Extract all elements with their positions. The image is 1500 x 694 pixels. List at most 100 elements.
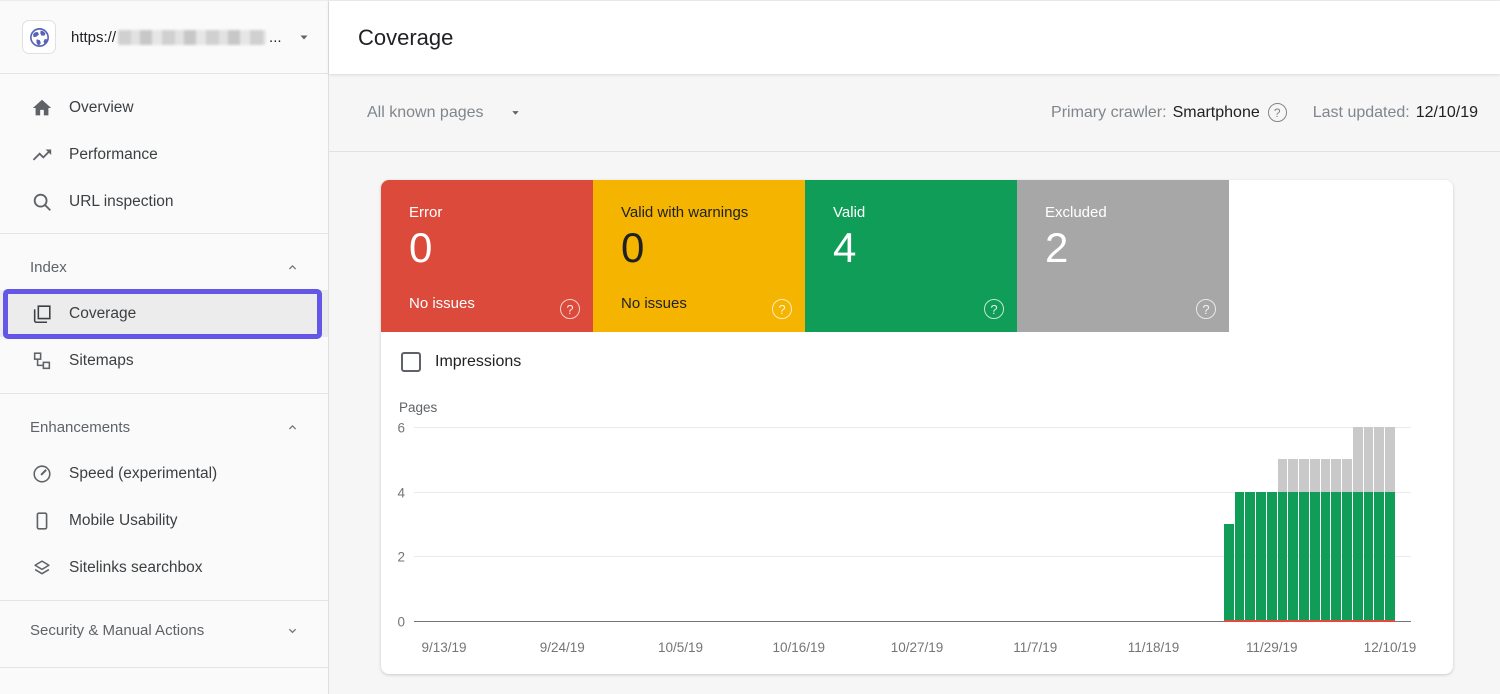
chart-plot: [414, 428, 1411, 622]
bar-valid-segment[interactable]: [1342, 492, 1352, 621]
status-card-value: 0: [409, 226, 593, 270]
sidebar-item-sitemaps[interactable]: Sitemaps: [0, 337, 328, 384]
bar-valid-segment[interactable]: [1331, 492, 1341, 621]
sidebar-item-speed[interactable]: Speed (experimental): [0, 450, 328, 497]
help-icon[interactable]: ?: [984, 299, 1004, 319]
bar-valid-segment[interactable]: [1321, 492, 1331, 621]
bar-excluded-segment[interactable]: [1331, 459, 1341, 491]
bar-excluded-segment[interactable]: [1310, 459, 1320, 491]
chart-y-axis-title: Pages: [399, 400, 1453, 415]
status-card-valid[interactable]: Valid 4 ?: [805, 180, 1017, 332]
chevron-up-icon: [285, 420, 300, 435]
coverage-report-panel: Error 0 No issues ? Valid with warnings …: [381, 180, 1453, 674]
sidebar-item-performance[interactable]: Performance: [0, 131, 328, 178]
bar-valid-segment[interactable]: [1267, 492, 1277, 621]
toolbar: All known pages Primary crawler: Smartph…: [329, 74, 1500, 152]
bar-valid-segment[interactable]: [1374, 492, 1384, 621]
impressions-checkbox[interactable]: [401, 352, 421, 372]
sidebar-item-url-inspection[interactable]: URL inspection: [0, 178, 328, 225]
bar-excluded-segment[interactable]: [1353, 427, 1363, 492]
bar-excluded-segment[interactable]: [1321, 459, 1331, 491]
search-console-app: https:// ... Overview Performance: [0, 0, 1500, 694]
property-url-redacted: [118, 30, 266, 45]
section-header-label: Enhancements: [30, 419, 130, 436]
status-card-subtext: No issues: [621, 295, 687, 312]
status-card-valid-with-warnings[interactable]: Valid with warnings 0 No issues ?: [593, 180, 805, 332]
sidebar-item-label: Performance: [69, 146, 158, 164]
bar-valid-segment[interactable]: [1278, 492, 1288, 621]
section-header-security-manual-actions[interactable]: Security & Manual Actions: [0, 607, 328, 653]
bar-valid-segment[interactable]: [1235, 492, 1245, 621]
bar-excluded-segment[interactable]: [1299, 459, 1309, 491]
bar-excluded-segment[interactable]: [1278, 459, 1288, 491]
help-icon[interactable]: ?: [772, 299, 792, 319]
page-filter-label: All known pages: [367, 104, 484, 122]
help-icon[interactable]: ?: [560, 299, 580, 319]
bar-valid-segment[interactable]: [1364, 492, 1374, 621]
bar-valid-segment[interactable]: [1288, 492, 1298, 621]
bar-excluded-segment[interactable]: [1288, 459, 1298, 491]
last-updated-label: Last updated:: [1313, 104, 1410, 122]
y-tick-label: 6: [381, 421, 405, 436]
status-cards-row: Error 0 No issues ? Valid with warnings …: [381, 180, 1453, 332]
sidebar-item-label: URL inspection: [69, 193, 174, 211]
coverage-pages-icon: [30, 302, 53, 325]
status-card-error[interactable]: Error 0 No issues ?: [381, 180, 593, 332]
error-series-line: [1224, 620, 1395, 622]
status-card-subtext: No issues: [409, 295, 475, 312]
x-tick-label: 9/24/19: [540, 640, 585, 655]
performance-icon: [30, 143, 53, 166]
primary-crawler-label: Primary crawler:: [1051, 104, 1167, 122]
page-header: Coverage: [329, 1, 1500, 74]
y-tick-label: 4: [381, 485, 405, 500]
main-area: Coverage All known pages Primary crawler…: [329, 1, 1500, 694]
status-card-value: 0: [621, 226, 805, 270]
content-area: Error 0 No issues ? Valid with warnings …: [329, 152, 1500, 694]
x-tick-label: 10/27/19: [891, 640, 944, 655]
sidebar-item-coverage[interactable]: Coverage: [0, 290, 328, 337]
help-icon[interactable]: ?: [1196, 299, 1216, 319]
bar-valid-segment[interactable]: [1245, 492, 1255, 621]
bar-excluded-segment[interactable]: [1364, 427, 1374, 492]
sidebar-item-label: Sitemaps: [69, 352, 134, 370]
coverage-chart: 02469/13/199/24/1910/5/1910/16/1910/27/1…: [381, 428, 1453, 674]
sidebar-item-label: Coverage: [69, 305, 136, 323]
bar-excluded-segment[interactable]: [1342, 459, 1352, 491]
page-filter-dropdown[interactable]: All known pages: [367, 104, 521, 122]
bar-valid-segment[interactable]: [1353, 492, 1363, 621]
enhancements-section: Enhancements Speed (experimental): [0, 394, 328, 591]
status-card-label: Excluded: [1045, 204, 1229, 221]
dropdown-caret-icon: [510, 107, 521, 118]
chevron-down-icon: [285, 623, 300, 638]
primary-crawler-help-icon[interactable]: ?: [1268, 103, 1287, 122]
sidebar-item-overview[interactable]: Overview: [0, 84, 328, 131]
bar-valid-segment[interactable]: [1256, 492, 1266, 621]
section-header-index[interactable]: Index: [0, 244, 328, 290]
section-header-enhancements[interactable]: Enhancements: [0, 404, 328, 450]
bar-valid-segment[interactable]: [1299, 492, 1309, 621]
section-header-label: Security & Manual Actions: [30, 622, 204, 639]
x-tick-label: 9/13/19: [421, 640, 466, 655]
bar-excluded-segment[interactable]: [1374, 427, 1384, 492]
x-tick-label: 10/5/19: [658, 640, 703, 655]
bar-valid-segment[interactable]: [1385, 492, 1395, 621]
property-selector[interactable]: https:// ...: [0, 1, 328, 74]
x-tick-label: 11/18/19: [1128, 640, 1180, 655]
speed-gauge-icon: [30, 462, 53, 485]
sidebar-item-mobile-usability[interactable]: Mobile Usability: [0, 497, 328, 544]
x-tick-label: 11/29/19: [1246, 640, 1298, 655]
toolbar-right: Primary crawler: Smartphone ? Last updat…: [1051, 103, 1478, 122]
bar-valid-segment[interactable]: [1310, 492, 1320, 621]
page-title: Coverage: [358, 25, 453, 51]
status-card-label: Valid with warnings: [621, 204, 805, 221]
status-card-excluded[interactable]: Excluded 2 ?: [1017, 180, 1229, 332]
primary-crawler-value: Smartphone: [1173, 104, 1260, 122]
smartphone-icon: [30, 509, 53, 532]
status-card-label: Error: [409, 204, 593, 221]
property-icon-box: [22, 20, 56, 54]
status-card-value: 2: [1045, 226, 1229, 270]
bar-excluded-segment[interactable]: [1385, 427, 1395, 492]
bar-valid-segment[interactable]: [1224, 524, 1234, 621]
sidebar-item-sitelinks-searchbox[interactable]: Sitelinks searchbox: [0, 544, 328, 591]
sidebar: https:// ... Overview Performance: [0, 1, 329, 694]
